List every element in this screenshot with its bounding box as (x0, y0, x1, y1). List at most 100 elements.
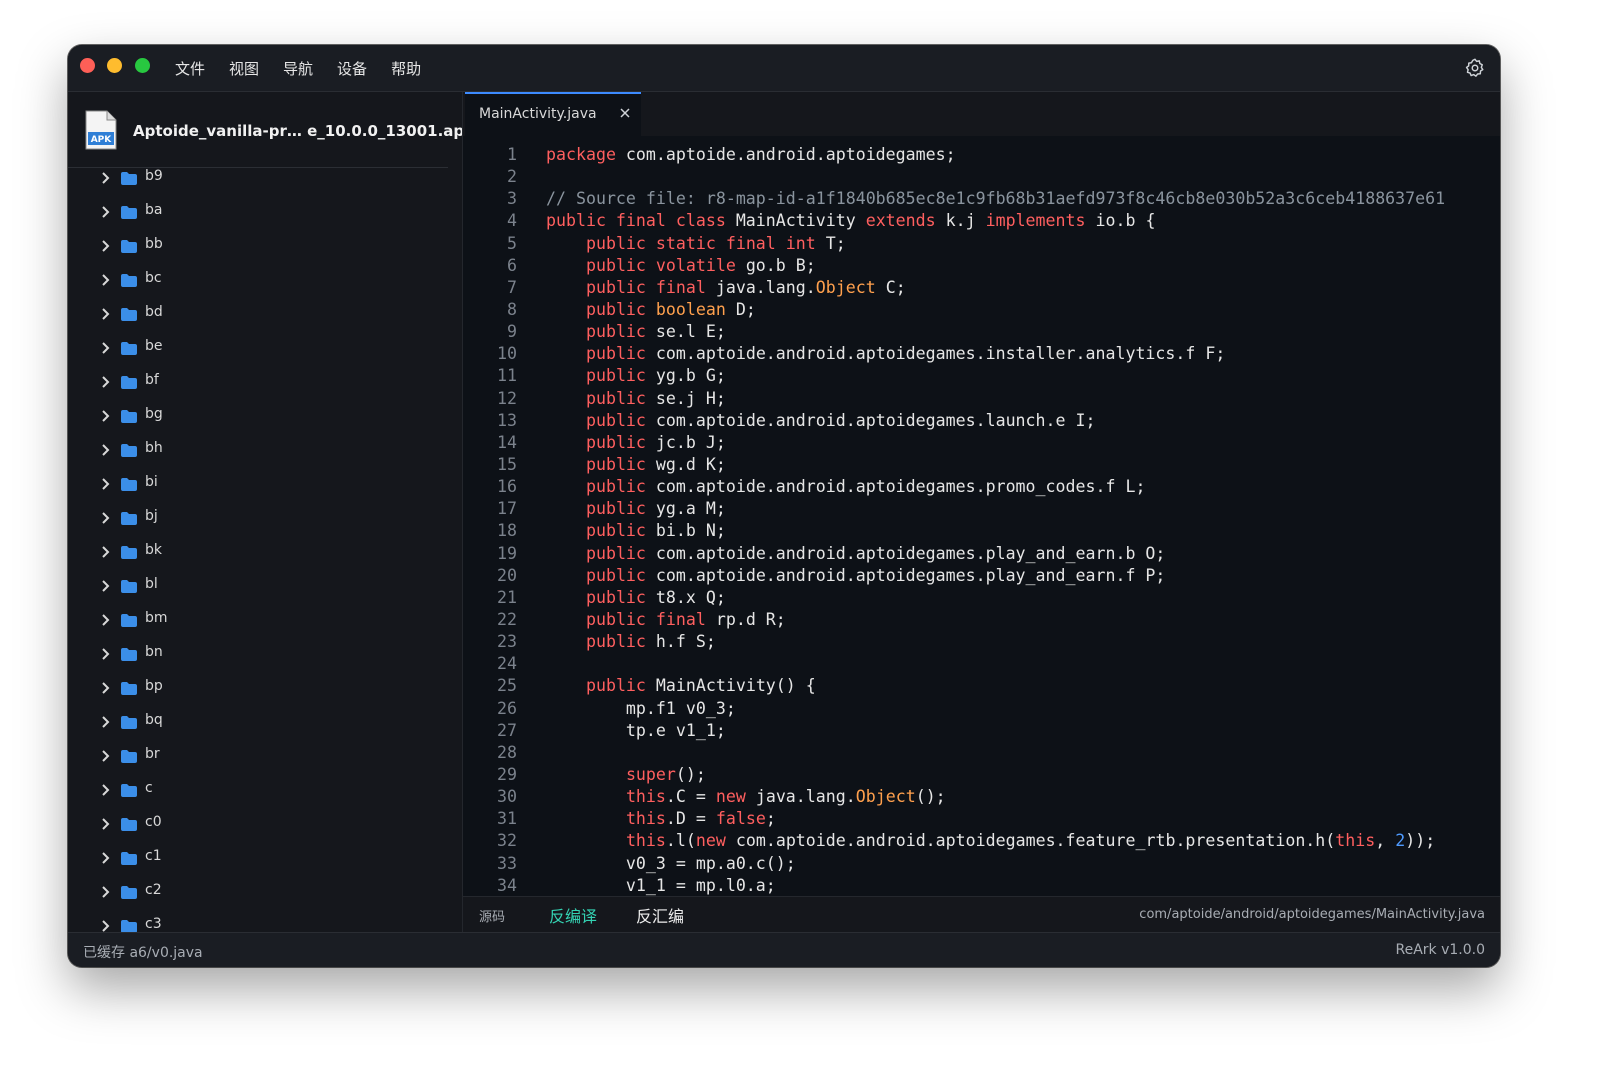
tab-mainactivity[interactable]: MainActivity.java (465, 92, 641, 136)
app-window: 文件 视图 导航 设备 帮助 APK Aptoide_vanilla-pr… e… (68, 45, 1500, 967)
tree-folder-item[interactable]: bi (68, 472, 462, 506)
code-token: , (1375, 831, 1396, 851)
chevron-right-icon[interactable] (98, 477, 112, 491)
tree-folder-item[interactable]: bn (68, 642, 462, 676)
tree-folder-item[interactable]: c (68, 778, 462, 812)
chevron-right-icon[interactable] (98, 341, 112, 355)
tree-folder-item[interactable]: bc (68, 268, 462, 302)
code-line: 34 v1_1 = mp.l0.a; (463, 875, 1500, 896)
chevron-right-icon[interactable] (98, 443, 112, 457)
code-token: java.lang. (745, 787, 856, 807)
chevron-right-icon[interactable] (98, 273, 112, 287)
menu-view[interactable]: 视图 (229, 58, 259, 79)
tree-folder-item[interactable]: bl (68, 574, 462, 608)
chevron-right-icon[interactable] (98, 579, 112, 593)
chevron-right-icon[interactable] (98, 783, 112, 797)
tree-folder-item[interactable]: c1 (68, 846, 462, 880)
code-token: this (625, 831, 666, 851)
tree-folder-label: bg (145, 406, 163, 422)
tree-folder-item[interactable]: c2 (68, 880, 462, 914)
tree-folder-label: bl (145, 576, 158, 592)
code-line: 21 public t8.x Q; (463, 587, 1500, 609)
chevron-right-icon[interactable] (98, 681, 112, 695)
chevron-right-icon[interactable] (98, 613, 112, 627)
code-token: D; (725, 299, 756, 319)
code-token: h.f S; (645, 632, 716, 652)
maximize-window-button[interactable] (135, 58, 150, 73)
tree-folder-item[interactable]: bf (68, 370, 462, 404)
tree-folder-item[interactable]: c3 (68, 914, 462, 932)
folder-icon (121, 920, 137, 932)
code-view[interactable]: 1 package com.aptoide.android.aptoidegame… (463, 144, 1500, 896)
code-token: ; (765, 809, 776, 829)
tree-folder-item[interactable]: ba (68, 200, 462, 234)
minimize-window-button[interactable] (107, 58, 122, 73)
folder-icon (121, 580, 137, 593)
tree-folder-item[interactable]: bp (68, 676, 462, 710)
line-number: 4 (507, 211, 517, 231)
chevron-right-icon[interactable] (98, 919, 112, 932)
chevron-right-icon[interactable] (98, 307, 112, 321)
tree-folder-label: bh (145, 440, 163, 456)
tree-folder-item[interactable]: be (68, 336, 462, 370)
tree-folder-item[interactable]: bm (68, 608, 462, 642)
code-line: 29 super(); (463, 764, 1500, 786)
close-window-button[interactable] (80, 58, 95, 73)
code-token: implements (985, 211, 1086, 231)
chevron-right-icon[interactable] (98, 511, 112, 525)
code-token: com.aptoide.android.aptoidegames.promo_c… (645, 477, 1146, 497)
folder-icon (121, 478, 137, 491)
tree-folder-item[interactable]: bj (68, 506, 462, 540)
chevron-right-icon[interactable] (98, 171, 112, 185)
line-number: 27 (497, 720, 517, 740)
chevron-right-icon[interactable] (98, 715, 112, 729)
chevron-right-icon[interactable] (98, 545, 112, 559)
tab-decompile[interactable]: 反编译 (549, 903, 597, 927)
tree-folder-item[interactable]: bq (68, 710, 462, 744)
chevron-right-icon[interactable] (98, 851, 112, 865)
tree-folder-item[interactable]: br (68, 744, 462, 778)
code-token: io.b { (1085, 211, 1156, 231)
chevron-right-icon[interactable] (98, 409, 112, 423)
chevron-right-icon[interactable] (98, 749, 112, 763)
line-number: 22 (497, 609, 517, 629)
settings-gear-icon[interactable] (1464, 57, 1486, 79)
tree-folder-item[interactable]: c0 (68, 812, 462, 846)
chevron-right-icon[interactable] (98, 885, 112, 899)
menu-navigate[interactable]: 导航 (283, 58, 313, 79)
chevron-right-icon[interactable] (98, 205, 112, 219)
tree-folder-label: ba (145, 202, 163, 218)
close-icon[interactable] (618, 106, 632, 120)
menu-device[interactable]: 设备 (337, 58, 367, 79)
tree-folder-item[interactable]: bh (68, 438, 462, 472)
chevron-right-icon[interactable] (98, 647, 112, 661)
tree-folder-item[interactable]: bk (68, 540, 462, 574)
tree-folder-item[interactable]: b9 (68, 166, 462, 200)
code-line: 3 // Source file: r8-map-id-a1f1840b685ec… (463, 188, 1500, 210)
code-token: com.aptoide.android.aptoidegames; (615, 145, 956, 164)
chevron-right-icon[interactable] (98, 375, 112, 389)
menu-file[interactable]: 文件 (175, 58, 205, 79)
tree-folder-label: c2 (145, 882, 162, 898)
code-line: 18 public bi.b N; (463, 520, 1500, 542)
tree-folder-label: bp (145, 678, 163, 694)
tree-folder-item[interactable]: bd (68, 302, 462, 336)
line-number: 31 (497, 809, 517, 829)
menu-help[interactable]: 帮助 (391, 58, 421, 79)
line-number: 14 (497, 432, 517, 452)
chevron-right-icon[interactable] (98, 817, 112, 831)
apk-file-name[interactable]: Aptoide_vanilla-pr… e_10.0.0_13001.apk (133, 122, 462, 140)
tab-source[interactable]: 源码 (479, 906, 505, 925)
tab-disassemble[interactable]: 反汇编 (636, 903, 684, 927)
tree-folder-item[interactable]: bg (68, 404, 462, 438)
chevron-right-icon[interactable] (98, 239, 112, 253)
tree-folder-label: bq (145, 712, 163, 728)
folder-icon (121, 716, 137, 729)
tree-folder-item[interactable]: bb (68, 234, 462, 268)
